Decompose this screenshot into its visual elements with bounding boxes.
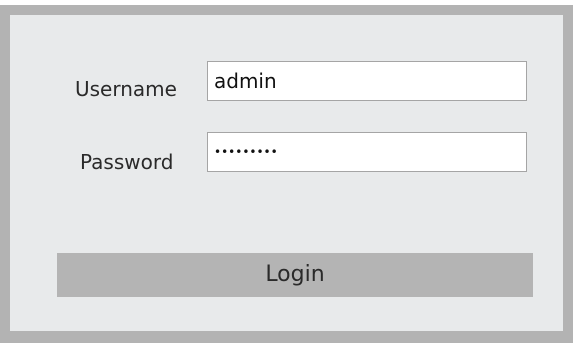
- login-panel: Username Password Login: [10, 15, 563, 331]
- username-input[interactable]: [207, 61, 527, 101]
- username-row: Username: [10, 61, 563, 105]
- password-input[interactable]: [207, 132, 527, 172]
- login-button[interactable]: Login: [57, 253, 533, 297]
- password-label: Password: [80, 150, 174, 174]
- login-frame: Username Password Login: [0, 5, 573, 343]
- password-row: Password: [10, 132, 563, 176]
- username-label: Username: [75, 77, 177, 101]
